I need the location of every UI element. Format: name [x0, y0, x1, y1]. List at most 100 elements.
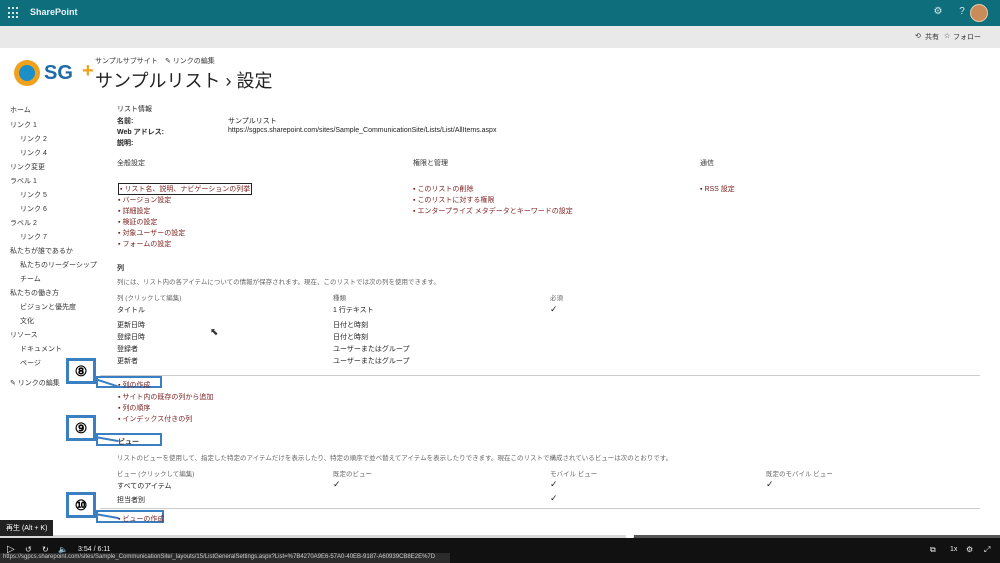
app-name[interactable]: SharePoint — [30, 7, 78, 17]
nav-item-pages[interactable]: ページ — [20, 358, 41, 368]
view-row-name[interactable]: すべてのアイテム — [117, 481, 172, 491]
callout-10: ⑩ — [66, 492, 96, 518]
avatar[interactable] — [970, 4, 988, 22]
nav-item-vision[interactable]: ビジョンと優先度 — [20, 302, 76, 312]
callout-9: ⑨ — [66, 415, 96, 441]
settings-icon[interactable]: ⚙ — [966, 545, 973, 554]
view-row-name[interactable]: 担当者別 — [117, 495, 145, 505]
status-url: https://sgpcs.sharepoint.com/sites/Sampl… — [0, 553, 450, 563]
nav-item-how-we-work[interactable]: 私たちの働き方 — [10, 288, 59, 298]
nav-item-link1[interactable]: リンク 1 — [10, 120, 37, 130]
nav-item-resources[interactable]: リソース — [10, 330, 38, 340]
permissions-link-permissions[interactable]: ▪ このリストに対する権限 — [413, 195, 494, 205]
speed-button[interactable]: 1x — [950, 546, 957, 553]
site-logo-icon[interactable] — [14, 60, 40, 86]
site-logo-text: SG — [44, 62, 73, 84]
time-display: 3:54 / 6:11 — [78, 546, 111, 553]
command-bar — [0, 26, 1000, 48]
app-launcher-icon[interactable] — [8, 7, 20, 19]
general-link-advanced[interactable]: ▪ 詳細設定 — [118, 206, 150, 216]
columns-header-type: 種類 — [333, 295, 346, 302]
views-header-mobile: モバイル ビュー — [550, 471, 598, 478]
columns-heading: 列 — [117, 265, 124, 272]
site-name-link[interactable]: サンプルサブサイト — [95, 56, 158, 66]
column-row-type: ユーザーまたはグループ — [333, 358, 410, 365]
views-heading: ビュー — [118, 439, 139, 446]
nav-item-home[interactable]: ホーム — [10, 105, 31, 115]
description-label: 説明: — [117, 140, 134, 147]
nav-item-documents[interactable]: ドキュメント — [20, 344, 62, 354]
views-header-name: ビュー (クリックして編集) — [117, 471, 195, 478]
column-row-name[interactable]: 登録日時 — [117, 332, 145, 342]
create-column-link[interactable]: ▪ 列の作成 — [118, 380, 150, 390]
nav-item-leadership[interactable]: 私たちのリーダーシップ — [20, 260, 97, 270]
permissions-link-delete[interactable]: ▪ このリストの削除 — [413, 184, 473, 194]
communications-heading: 通信 — [700, 160, 714, 167]
checkmark-icon: ✓ — [550, 493, 558, 503]
views-header-default: 既定のビュー — [333, 471, 372, 478]
nav-edit-links-label: リンクの編集 — [17, 380, 60, 387]
edit-links-button[interactable]: ✎ リンクの編集 — [165, 56, 215, 66]
general-link-versioning[interactable]: ▪ バージョン設定 — [118, 195, 171, 205]
nav-item-culture[interactable]: 文化 — [20, 316, 34, 326]
column-row-name[interactable]: タイトル — [117, 305, 145, 315]
nav-item-link-change[interactable]: リンク変更 — [10, 162, 45, 172]
captions-icon[interactable]: ⧉ — [930, 545, 936, 555]
permissions-heading: 権限と管理 — [413, 160, 448, 167]
settings-icon[interactable]: ⚙ — [932, 6, 944, 18]
callout-8: ⑧ — [66, 358, 96, 384]
share-icon[interactable]: ⟲ — [915, 32, 921, 40]
column-row-type: ユーザーまたはグループ — [333, 346, 410, 353]
checkmark-icon: ✓ — [333, 479, 341, 489]
views-description: リストのビューを使用して、指定した特定のアイテムだけを表示したり、特定の順序で並… — [117, 455, 673, 462]
pencil-icon: ✎ — [165, 58, 173, 65]
column-row-type: 1 行テキスト — [333, 307, 374, 314]
nav-item-team[interactable]: チーム — [20, 274, 41, 284]
general-settings-heading: 全般設定 — [117, 160, 145, 167]
views-header-default-mobile: 既定のモバイル ビュー — [766, 471, 833, 478]
name-value: サンプルリスト — [228, 118, 277, 125]
nav-item-link6[interactable]: リンク 6 — [20, 204, 47, 214]
fullscreen-icon[interactable]: ⤢ — [984, 545, 990, 555]
share-button[interactable]: 共有 — [925, 32, 939, 42]
divider — [100, 375, 980, 376]
communications-link-rss[interactable]: ▪ RSS 設定 — [700, 184, 735, 194]
nav-item-label2[interactable]: ラベル 2 — [10, 218, 37, 228]
nav-item-link5[interactable]: リンク 5 — [20, 190, 47, 200]
permissions-link-metadata[interactable]: ▪ エンタープライズ メタデータとキーワードの設定 — [413, 206, 573, 216]
help-icon[interactable]: ? — [956, 6, 968, 18]
general-link-forms[interactable]: ▪ フォームの設定 — [118, 239, 171, 249]
suite-bar: SharePoint ⚙ ? — [0, 0, 1000, 26]
general-link-validation[interactable]: ▪ 検証の設定 — [118, 217, 157, 227]
add-existing-column-link[interactable]: ▪ サイト内の既存の列から追加 — [118, 392, 213, 402]
web-address-label: Web アドレス: — [117, 129, 164, 136]
checkmark-icon: ✓ — [550, 304, 558, 314]
nav-edit-links-button[interactable]: ✎ リンクの編集 — [10, 378, 60, 388]
create-view-link[interactable]: ▪ ビューの作成 — [118, 514, 164, 524]
indexed-columns-link[interactable]: ▪ インデックス付きの列 — [118, 414, 192, 424]
columns-header-name: 列 (クリックして編集) — [117, 295, 182, 302]
general-link-audience[interactable]: ▪ 対象ユーザーの設定 — [118, 228, 185, 238]
checkmark-icon: ✓ — [766, 479, 774, 489]
columns-description: 列には、リスト内の各アイテムについての情報が保存されます。現在、このリストでは次… — [117, 279, 440, 286]
checkmark-icon: ✓ — [550, 479, 558, 489]
play-tooltip: 再生 (Alt + K) — [0, 520, 54, 536]
column-row-name[interactable]: 更新者 — [117, 356, 138, 366]
column-row-name[interactable]: 更新日時 — [117, 320, 145, 330]
nav-item-label1[interactable]: ラベル 1 — [10, 176, 37, 186]
web-address-value: https://sgpcs.sharepoint.com/sites/Sampl… — [228, 127, 497, 134]
divider — [100, 508, 980, 509]
nav-item-link2[interactable]: リンク 2 — [20, 134, 47, 144]
mouse-cursor-icon: ⬉ — [210, 327, 219, 338]
column-row-type: 日付と時刻 — [333, 322, 368, 329]
general-link-name-description[interactable]: ▪ リスト名、説明、ナビゲーションの列挙 — [118, 183, 253, 195]
nav-item-link4[interactable]: リンク 4 — [20, 148, 47, 158]
column-ordering-link[interactable]: ▪ 列の順序 — [118, 403, 150, 413]
list-info-heading: リスト情報 — [117, 106, 152, 113]
follow-icon[interactable]: ☆ — [944, 32, 950, 40]
column-row-name[interactable]: 登録者 — [117, 344, 138, 354]
site-logo-plus: + — [82, 60, 94, 82]
follow-button[interactable]: フォロー — [953, 32, 981, 42]
nav-item-who-we-are[interactable]: 私たちが誰であるか — [10, 246, 73, 256]
nav-item-link7[interactable]: リンク 7 — [20, 232, 47, 242]
